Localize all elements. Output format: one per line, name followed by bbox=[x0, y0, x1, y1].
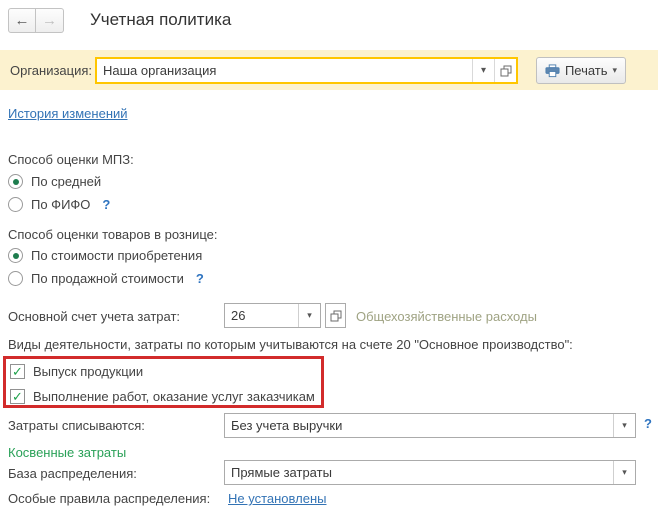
distribution-base-label: База распределения: bbox=[8, 466, 137, 481]
org-label: Организация: bbox=[10, 63, 92, 78]
checkbox-vypolnenie-rabot[interactable]: ✓ Выполнение работ, оказание услуг заказ… bbox=[10, 389, 315, 404]
chevron-down-icon: ▾ bbox=[613, 65, 618, 76]
radio-label: По ФИФО bbox=[31, 197, 90, 212]
nav-button-group: ← → bbox=[8, 8, 64, 33]
chevron-down-icon: ▾ bbox=[622, 420, 627, 431]
back-arrow-icon: ← bbox=[15, 12, 30, 29]
open-icon bbox=[500, 65, 512, 77]
radio-po-prodazhnoy-stoimosti[interactable]: По продажной стоимости ? bbox=[8, 271, 204, 286]
distribution-base-select[interactable]: Прямые затраты ▾ bbox=[224, 460, 636, 485]
chevron-down-icon: ▾ bbox=[307, 310, 312, 321]
main-account-open-button[interactable] bbox=[325, 303, 346, 328]
chevron-down-icon: ▾ bbox=[622, 467, 627, 478]
write-off-help-icon[interactable]: ? bbox=[644, 416, 652, 431]
main-account-dropdown-button[interactable]: ▾ bbox=[298, 304, 320, 327]
radio-label: По продажной стоимости bbox=[31, 271, 184, 286]
open-icon bbox=[330, 310, 342, 322]
radio-label: По стоимости приобретения bbox=[31, 248, 202, 263]
write-off-select[interactable]: Без учета выручки ▾ bbox=[224, 413, 636, 438]
checkbox-label: Выпуск продукции bbox=[33, 364, 143, 379]
radio-selected-icon bbox=[8, 248, 23, 263]
radio-label: По средней bbox=[31, 174, 101, 189]
radio-po-stoimosti-priobreteniya[interactable]: По стоимости приобретения bbox=[8, 248, 202, 263]
forward-button[interactable]: → bbox=[36, 8, 64, 33]
indirect-costs-section-title: Косвенные затраты bbox=[8, 445, 126, 460]
radio-po-sredney[interactable]: По средней bbox=[8, 174, 101, 189]
print-button-label: Печать bbox=[565, 63, 608, 78]
main-account-field[interactable]: 26 ▾ bbox=[224, 303, 321, 328]
distribution-base-dropdown-button[interactable]: ▾ bbox=[613, 461, 635, 484]
retail-help-icon[interactable]: ? bbox=[196, 271, 204, 286]
fifo-help-icon[interactable]: ? bbox=[102, 197, 110, 212]
special-rules-label: Особые правила распределения: bbox=[8, 491, 210, 506]
print-button[interactable]: Печать ▾ bbox=[536, 57, 626, 84]
activities-label: Виды деятельности, затраты по которым уч… bbox=[8, 337, 573, 352]
main-account-value[interactable]: 26 bbox=[225, 304, 298, 327]
radio-selected-icon bbox=[8, 174, 23, 189]
write-off-value[interactable]: Без учета выручки bbox=[225, 414, 613, 437]
organization-dropdown-button[interactable]: ▾ bbox=[472, 59, 494, 82]
forward-arrow-icon: → bbox=[42, 12, 57, 29]
check-icon: ✓ bbox=[12, 390, 23, 403]
retail-group-label: Способ оценки товаров в рознице: bbox=[8, 227, 217, 242]
write-off-label: Затраты списываются: bbox=[8, 418, 145, 433]
checkbox-checked-icon: ✓ bbox=[10, 364, 25, 379]
radio-unselected-icon bbox=[8, 197, 23, 212]
main-account-comment: Общехозяйственные расходы bbox=[356, 309, 537, 324]
organization-open-button[interactable] bbox=[494, 59, 516, 82]
radio-unselected-icon bbox=[8, 271, 23, 286]
accounting-policy-window: ← → Учетная политика Организация: Наша о… bbox=[0, 0, 658, 513]
write-off-dropdown-button[interactable]: ▾ bbox=[613, 414, 635, 437]
chevron-down-icon: ▾ bbox=[481, 65, 486, 76]
organization-value[interactable]: Наша организация bbox=[97, 59, 472, 82]
radio-po-fifo[interactable]: По ФИФО ? bbox=[8, 197, 110, 212]
page-title: Учетная политика bbox=[90, 10, 231, 30]
checkbox-label: Выполнение работ, оказание услуг заказчи… bbox=[33, 389, 315, 404]
main-account-label: Основной счет учета затрат: bbox=[8, 309, 180, 324]
check-icon: ✓ bbox=[12, 365, 23, 378]
history-link[interactable]: История изменений bbox=[8, 106, 128, 121]
back-button[interactable]: ← bbox=[8, 8, 36, 33]
printer-icon bbox=[545, 64, 560, 78]
checkbox-checked-icon: ✓ bbox=[10, 389, 25, 404]
organization-field[interactable]: Наша организация ▾ bbox=[95, 57, 518, 84]
distribution-base-value[interactable]: Прямые затраты bbox=[225, 461, 613, 484]
mpz-group-label: Способ оценки МПЗ: bbox=[8, 152, 134, 167]
checkbox-vypusk-produkcii[interactable]: ✓ Выпуск продукции bbox=[10, 364, 143, 379]
special-rules-link[interactable]: Не установлены bbox=[228, 491, 326, 506]
